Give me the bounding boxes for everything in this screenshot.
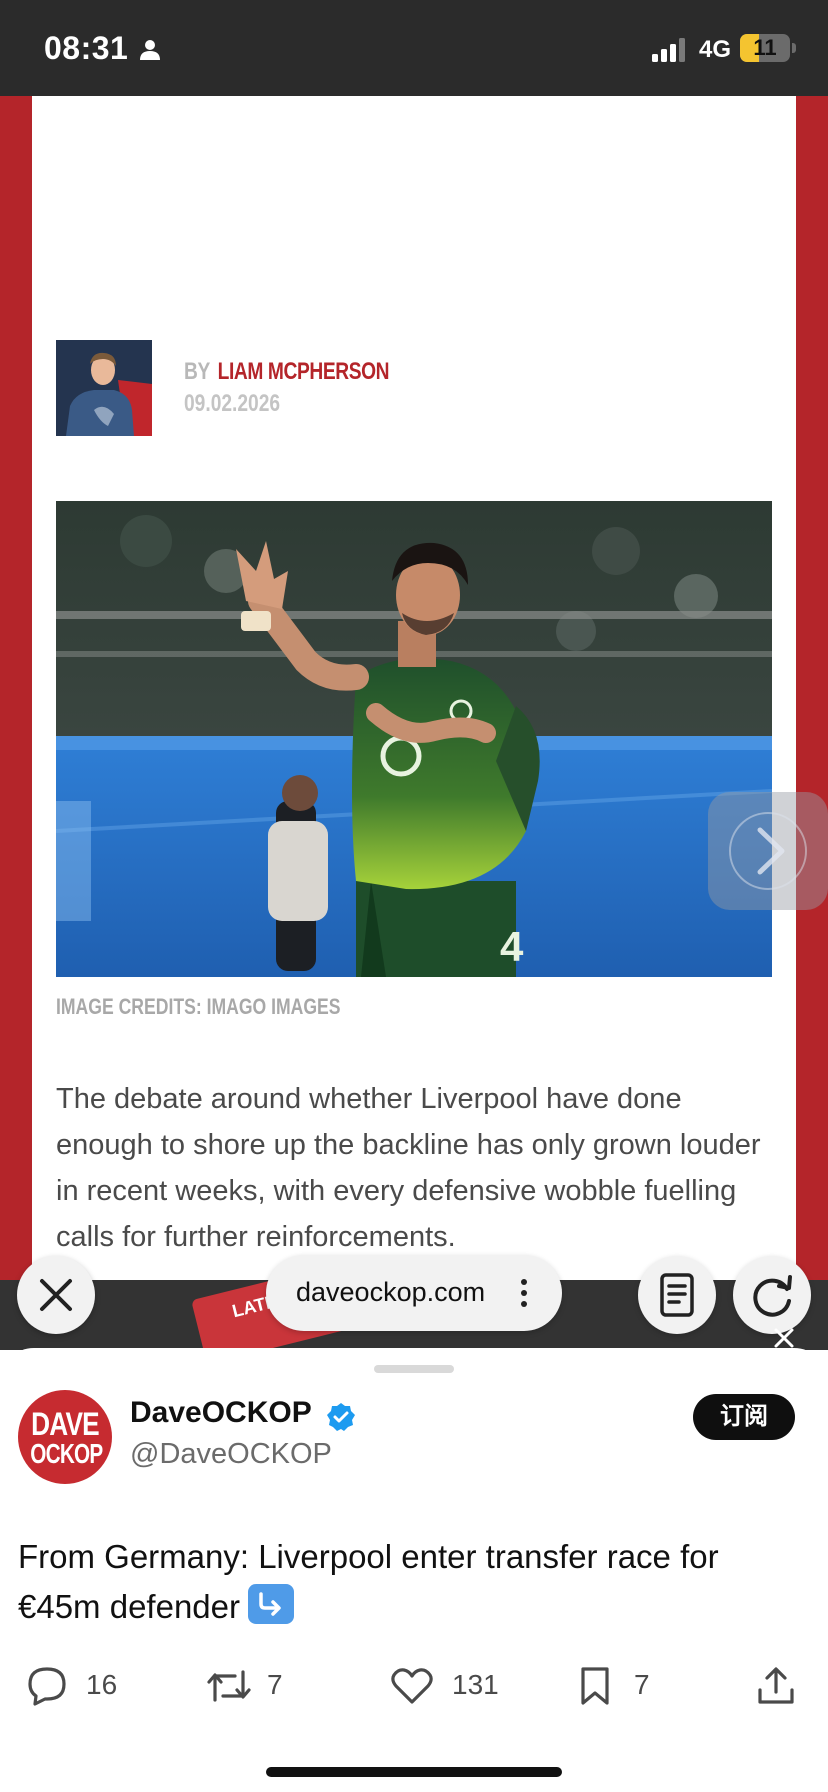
article-date: 09.02.2026	[184, 390, 281, 417]
footballer-photo: 4	[56, 501, 772, 977]
dismiss-icon[interactable]	[772, 1326, 796, 1350]
author-name-link[interactable]: LIAM MCPHERSON	[218, 358, 390, 385]
tweet-sheet: DAVE OCKOP DaveOCKOP @DaveOCKOP 订阅 From …	[0, 1348, 828, 1792]
page-side-band-right	[796, 96, 828, 1280]
subscribe-button[interactable]: 订阅	[693, 1394, 795, 1440]
bookmark-count: 7	[634, 1669, 650, 1700]
tweet-text: From Germany: Liverpool enter transfer r…	[18, 1532, 808, 1632]
retweet-icon	[207, 1670, 251, 1702]
person-icon	[140, 40, 160, 60]
reload-icon	[753, 1275, 792, 1317]
close-button[interactable]	[17, 1256, 95, 1334]
heart-icon	[391, 1668, 433, 1704]
svg-text:4: 4	[500, 923, 524, 970]
retweet-button[interactable]: 7	[205, 1666, 305, 1706]
address-bar[interactable]: daveockop.com	[266, 1255, 562, 1331]
author-portrait-image	[56, 340, 152, 436]
carousel-next-button[interactable]	[708, 792, 828, 910]
share-icon	[758, 1667, 794, 1704]
like-button[interactable]: 131	[390, 1666, 510, 1706]
user-handle[interactable]: @DaveOCKOP	[130, 1438, 332, 1471]
article-byline: BY LIAM MCPHERSON	[184, 358, 390, 386]
reload-button[interactable]	[733, 1256, 811, 1334]
tweet-text-content: From Germany: Liverpool enter transfer r…	[18, 1538, 719, 1625]
screen: 08:31 4G 11 BY LIAM MCPHERSON 09.02.2026…	[0, 0, 828, 1792]
reader-mode-button[interactable]	[638, 1256, 716, 1334]
bookmark-icon	[581, 1667, 609, 1705]
like-count: 131	[452, 1669, 499, 1700]
avatar[interactable]: DAVE OCKOP	[18, 1390, 112, 1484]
close-icon	[40, 1279, 72, 1311]
article-hero-image[interactable]: 4	[56, 501, 772, 977]
article-page[interactable]: BY LIAM MCPHERSON 09.02.2026 4 IMAGE CRE…	[32, 96, 796, 1280]
battery-indicator: 11	[740, 34, 790, 62]
author-photo[interactable]	[56, 340, 152, 436]
avatar-text-line2: OCKOP	[30, 1438, 103, 1469]
image-credit: IMAGE CREDITS: IMAGO IMAGES	[56, 994, 341, 1019]
chevron-right-icon	[757, 827, 785, 875]
network-label: 4G	[699, 36, 732, 63]
reader-icon	[660, 1273, 694, 1317]
article-body-text: The debate around whether Liverpool have…	[56, 1083, 761, 1253]
share-button[interactable]	[756, 1666, 796, 1706]
byline-prefix: BY	[184, 358, 210, 385]
verified-icon	[327, 1403, 355, 1431]
url-text[interactable]: daveockop.com	[296, 1277, 485, 1308]
home-indicator[interactable]	[266, 1767, 562, 1777]
reply-button[interactable]: 16	[26, 1666, 126, 1706]
battery-level: 11	[753, 35, 777, 60]
battery-nub	[792, 43, 796, 53]
bookmark-button[interactable]: 7	[578, 1666, 678, 1706]
sheet-grabber[interactable]	[374, 1365, 454, 1373]
more-vertical-icon[interactable]	[520, 1277, 528, 1309]
retweet-count: 7	[267, 1669, 283, 1700]
status-bar: 08:31 4G 11	[0, 0, 828, 96]
arrow-down-right-emoji-icon	[248, 1584, 294, 1624]
reply-count: 16	[86, 1669, 118, 1700]
status-time: 08:31	[44, 30, 129, 66]
display-name[interactable]: DaveOCKOP	[130, 1396, 312, 1430]
page-side-band-left	[0, 96, 32, 1280]
reply-icon	[28, 1667, 66, 1706]
signal-icon	[652, 38, 685, 62]
